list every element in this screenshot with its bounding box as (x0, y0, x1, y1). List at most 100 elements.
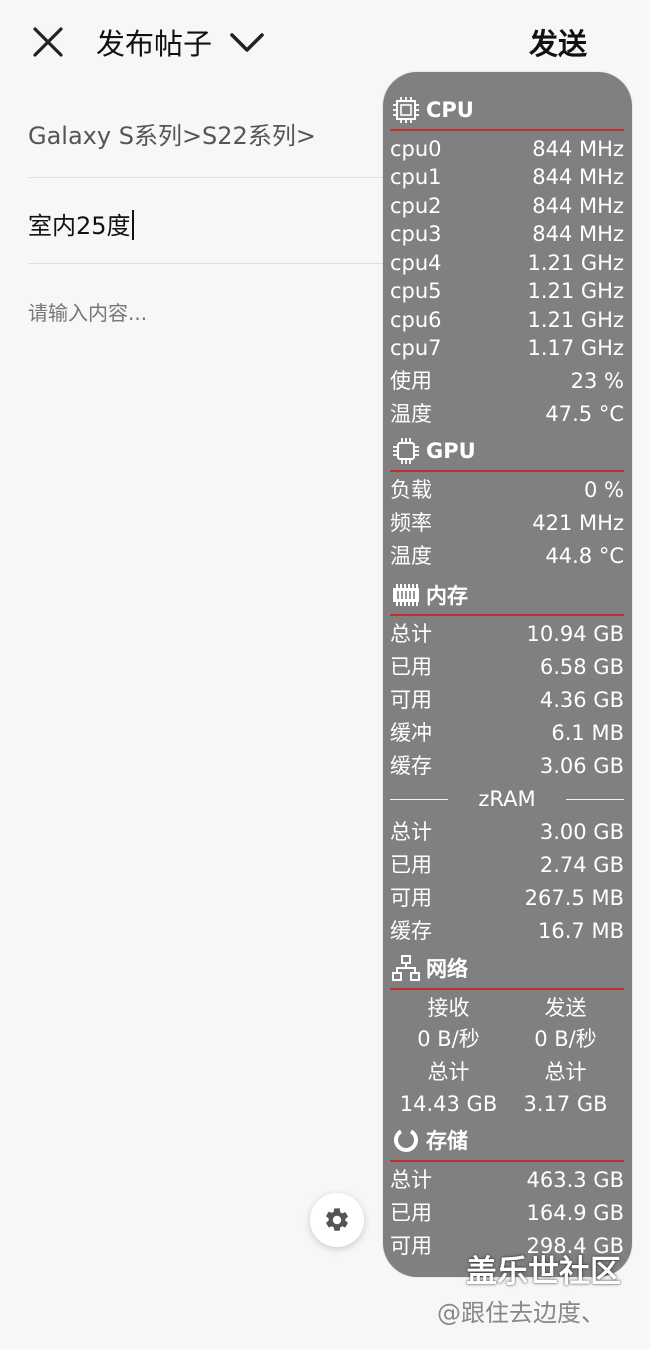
zram-row-value: 3.00 GB (539, 820, 624, 844)
cpu-core-row: cpu1 844 MHz (390, 163, 624, 191)
storage-ring-icon (390, 1124, 422, 1156)
section-divider (390, 470, 624, 472)
storage-row: 已用 164.9 GB (390, 1199, 624, 1227)
zram-row: 总计 3.00 GB (390, 818, 624, 846)
cpu-core-row: cpu7 1.17 GHz (390, 334, 624, 362)
chevron-down-icon[interactable] (228, 28, 266, 58)
zram-row-label: 总计 (390, 820, 432, 844)
gpu-row-label: 温度 (390, 544, 432, 568)
storage-label: 存储 (426, 1129, 468, 1153)
cpu-core-name: cpu5 (390, 279, 442, 303)
cpu-core-name: cpu1 (390, 165, 442, 189)
content-input[interactable]: 请输入内容... (28, 297, 147, 326)
title-input-value: 室内25度 (28, 212, 131, 240)
gpu-chip-icon (390, 435, 422, 467)
memory-row-value: 6.1 MB (551, 721, 624, 745)
network-send-total: 3.17 GB (523, 1092, 608, 1116)
cpu-usage-label: 使用 (390, 369, 432, 393)
memory-row-value: 4.36 GB (539, 688, 624, 712)
cpu-core-row: cpu2 844 MHz (390, 192, 624, 220)
cpu-core-name: cpu6 (390, 308, 442, 332)
cpu-core-row: cpu0 844 MHz (390, 135, 624, 163)
storage-row-label: 可用 (390, 1234, 432, 1258)
memory-row: 已用 6.58 GB (390, 653, 624, 681)
settings-button[interactable] (310, 1193, 364, 1247)
text-caret (131, 210, 134, 240)
storage-section-header: 存储 (390, 1124, 468, 1156)
cpu-core-name: cpu7 (390, 336, 442, 360)
zram-row-value: 16.7 MB (538, 919, 624, 943)
cpu-core-name: cpu2 (390, 194, 442, 218)
category-selector[interactable]: Galaxy S系列>S22系列> (28, 116, 316, 151)
section-divider (390, 988, 624, 990)
zram-separator: zRAM (390, 785, 624, 813)
gpu-row-label: 负载 (390, 478, 432, 502)
storage-row-value: 463.3 GB (526, 1168, 624, 1192)
network-icon (390, 952, 422, 984)
cpu-core-name: cpu0 (390, 137, 442, 161)
cpu-core-freq: 1.21 GHz (527, 279, 624, 303)
gpu-section-header: GPU (390, 435, 476, 467)
watermark-user: @跟住去边度、 (437, 1299, 605, 1327)
memory-row: 缓存 3.06 GB (390, 752, 624, 780)
cpu-core-row: cpu3 844 MHz (390, 220, 624, 248)
memory-row: 缓冲 6.1 MB (390, 719, 624, 747)
cpu-core-name: cpu4 (390, 251, 442, 275)
network-total-label: 总计 (427, 1060, 470, 1084)
separator-line (565, 798, 624, 800)
network-receive-total: 14.43 GB (399, 1092, 498, 1116)
zram-row-label: 缓存 (390, 919, 432, 943)
section-divider (390, 614, 624, 616)
zram-row-label: 可用 (390, 886, 432, 910)
gear-icon (326, 1208, 348, 1231)
cpu-core-row: cpu4 1.21 GHz (390, 249, 624, 277)
zram-row-value: 2.74 GB (539, 853, 624, 877)
cpu-label: CPU (426, 98, 474, 122)
cpu-usage-value: 23 % (570, 369, 624, 393)
cpu-temp-row: 温度 47.5 °C (390, 400, 624, 428)
memory-row: 总计 10.94 GB (390, 620, 624, 648)
network-label: 网络 (426, 957, 468, 981)
separator-line (390, 798, 449, 800)
send-button[interactable]: 发送 (529, 24, 587, 64)
page-title: 发布帖子 (96, 27, 213, 61)
cpu-core-freq: 1.17 GHz (527, 336, 624, 360)
memory-row-label: 缓冲 (390, 721, 432, 745)
memory-row-value: 6.58 GB (539, 655, 624, 679)
cpu-core-freq: 844 MHz (532, 165, 624, 189)
watermark-site: 盖乐世社区 (466, 1254, 621, 1290)
gpu-row-value: 0 % (584, 478, 624, 502)
section-divider (390, 129, 624, 131)
storage-row-label: 总计 (390, 1168, 432, 1192)
memory-row-label: 可用 (390, 688, 432, 712)
storage-row-value: 164.9 GB (526, 1201, 624, 1225)
memory-section-header: 内存 (390, 579, 468, 611)
gpu-row: 温度 44.8 °C (390, 542, 624, 570)
gpu-row: 频率 421 MHz (390, 509, 624, 537)
cpu-section-header: CPU (390, 94, 474, 126)
zram-row-label: 已用 (390, 853, 432, 877)
cpu-temp-label: 温度 (390, 402, 432, 426)
gpu-row-label: 频率 (390, 511, 432, 535)
memory-row-label: 缓存 (390, 754, 432, 778)
memory-row-label: 总计 (390, 622, 432, 646)
cpu-core-freq: 1.21 GHz (527, 308, 624, 332)
memory-icon (390, 579, 422, 611)
gpu-row-value: 44.8 °C (545, 544, 624, 568)
cpu-usage-row: 使用 23 % (390, 367, 624, 395)
cpu-core-freq: 1.21 GHz (527, 251, 624, 275)
gpu-label: GPU (426, 439, 476, 463)
zram-row: 缓存 16.7 MB (390, 917, 624, 945)
close-icon[interactable] (30, 24, 66, 60)
system-monitor-overlay[interactable]: CPU cpu0 844 MHz cpu1 844 MHz cpu2 844 MHz … (383, 72, 632, 1277)
cpu-core-row: cpu6 1.21 GHz (390, 306, 624, 334)
network-send-label: 发送 (544, 996, 587, 1020)
network-send-rate: 0 B/秒 (534, 1027, 597, 1051)
gpu-row-value: 421 MHz (532, 511, 624, 535)
cpu-temp-value: 47.5 °C (545, 402, 624, 426)
cpu-core-freq: 844 MHz (532, 137, 624, 161)
title-input[interactable]: 室内25度 (28, 206, 134, 241)
cpu-icon (390, 94, 422, 126)
gpu-row: 负载 0 % (390, 476, 624, 504)
memory-row: 可用 4.36 GB (390, 686, 624, 714)
